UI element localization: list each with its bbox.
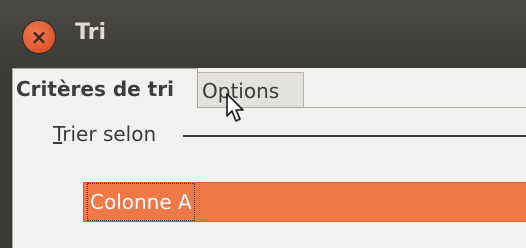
tab-sort-criteria[interactable]: Critères de tri [12,68,198,108]
sort-key-value: Colonne A [87,183,195,221]
group-label-text: rier selon [62,122,157,146]
window-title: Tri [75,20,106,45]
tab-bar: Critères de tri Options [12,68,526,108]
sort-dialog: Critères de tri Options Trier selon Colo… [12,68,526,248]
window-titlebar: × Tri [0,0,526,68]
tab-options[interactable]: Options [198,72,304,108]
mnemonic-letter: T [53,122,63,146]
sort-key-group-label: Trier selon [53,122,157,146]
close-icon: × [30,25,48,49]
sort-key-select[interactable]: Colonne A [83,182,526,222]
sort-criteria-panel: Trier selon Colonne A [12,108,526,248]
close-button[interactable]: × [23,21,55,53]
mouse-cursor-icon [226,93,244,122]
group-separator [183,135,526,137]
